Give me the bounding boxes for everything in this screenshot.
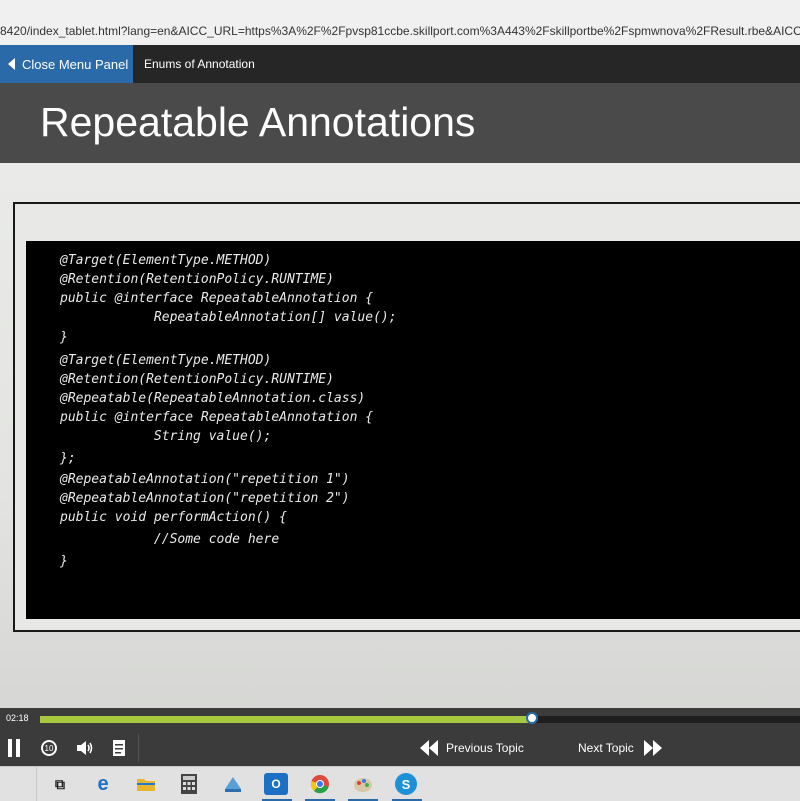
replay-10-button[interactable]: 10 xyxy=(38,736,60,760)
code-line: String value(); xyxy=(60,429,272,444)
app-icon[interactable] xyxy=(221,773,245,795)
topic-title: Enums of Annotation xyxy=(144,57,255,71)
chrome-icon[interactable] xyxy=(308,773,332,795)
taskbar-divider xyxy=(36,767,37,801)
paint-icon[interactable] xyxy=(351,773,375,795)
pause-icon xyxy=(16,739,20,757)
file-explorer-icon[interactable] xyxy=(134,773,158,795)
progress-handle[interactable] xyxy=(525,712,538,724)
fast-forward-icon xyxy=(643,740,662,756)
skype-icon[interactable]: S xyxy=(395,773,417,795)
top-navigation: Close Menu Panel Enums of Annotation xyxy=(0,45,800,83)
task-view-icon[interactable]: ⧉ xyxy=(48,773,72,795)
code-panel: @Target(ElementType.METHOD) @Retention(R… xyxy=(26,241,800,619)
previous-topic-label: Previous Topic xyxy=(446,741,524,755)
transcript-button[interactable] xyxy=(110,736,128,760)
player-bar: 02:18 10 Previous Topic Next Topic xyxy=(0,708,800,766)
code-line: }; xyxy=(60,451,76,466)
control-divider xyxy=(138,734,139,762)
pause-icon xyxy=(8,739,12,757)
code-line: @Retention(RetentionPolicy.RUNTIME) xyxy=(60,272,334,287)
code-line: @Target(ElementType.METHOD) xyxy=(60,353,272,368)
chevron-left-icon xyxy=(8,58,15,70)
progress-fill xyxy=(40,716,532,723)
next-topic-button[interactable]: Next Topic xyxy=(578,736,662,760)
code-line: public @interface RepeatableAnnotation { xyxy=(60,291,374,306)
windows-taskbar: ⧉ e O S xyxy=(0,766,800,801)
elapsed-time: 02:18 xyxy=(6,713,29,723)
browser-address-bar[interactable]: 8420/index_tablet.html?lang=en&AICC_URL=… xyxy=(0,0,800,46)
code-line: public @interface RepeatableAnnotation { xyxy=(60,410,374,425)
edge-icon[interactable]: e xyxy=(91,773,115,795)
close-menu-panel-button[interactable]: Close Menu Panel xyxy=(0,45,133,83)
next-topic-label: Next Topic xyxy=(578,741,634,755)
code-line: @Target(ElementType.METHOD) xyxy=(60,253,272,268)
speaker-icon xyxy=(77,741,93,755)
code-line: @Retention(RetentionPolicy.RUNTIME) xyxy=(60,372,334,387)
volume-button[interactable] xyxy=(74,736,96,760)
code-line: @RepeatableAnnotation("repetition 1") xyxy=(60,472,350,487)
code-line: @Repeatable(RepeatableAnnotation.class) xyxy=(60,391,366,406)
pause-button[interactable] xyxy=(4,736,24,760)
code-line: @RepeatableAnnotation("repetition 2") xyxy=(60,491,350,506)
previous-topic-button[interactable]: Previous Topic xyxy=(420,736,524,760)
replay-icon: 10 xyxy=(41,740,57,756)
slide-title: Repeatable Annotations xyxy=(40,99,476,145)
code-line: } xyxy=(60,554,68,569)
code-line: } xyxy=(60,330,68,345)
close-menu-panel-label: Close Menu Panel xyxy=(22,56,129,72)
code-line: RepeatableAnnotation[] value(); xyxy=(60,310,397,325)
rewind-icon xyxy=(420,740,438,756)
code-line: public void performAction() { xyxy=(60,510,287,525)
url-text[interactable]: 8420/index_tablet.html?lang=en&AICC_URL=… xyxy=(0,24,800,38)
outlook-icon[interactable]: O xyxy=(264,773,288,795)
code-line: //Some code here xyxy=(60,532,280,547)
document-icon xyxy=(113,740,125,756)
calculator-icon[interactable] xyxy=(177,773,201,795)
slide-header: Repeatable Annotations xyxy=(0,83,800,163)
progress-bar[interactable] xyxy=(40,712,800,724)
